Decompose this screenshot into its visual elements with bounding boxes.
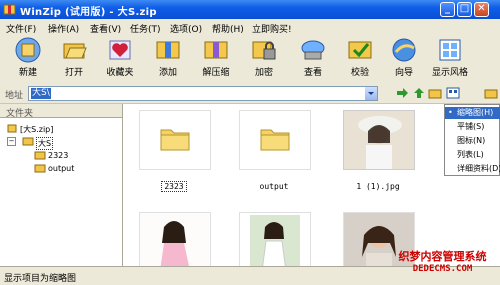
window-title: WinZip (试用版) - 大S.zip [20, 7, 157, 18]
folder-icon [34, 151, 46, 160]
tree-item-output[interactable]: output [48, 164, 74, 173]
tree-collapse-toggle[interactable]: − [7, 137, 16, 146]
folder-icon [22, 137, 34, 146]
view-style-icon [439, 39, 461, 61]
address-label: 地址 [5, 91, 24, 101]
thumbnail-photo-2[interactable] [139, 212, 211, 266]
wizard-button[interactable]: 向导 [384, 36, 424, 82]
status-text: 显示项目为缩略图 [4, 274, 77, 284]
menu-options[interactable]: 选项(O) [170, 22, 202, 35]
thumbnail-label-output: output [259, 182, 289, 191]
menu-option-list[interactable]: 列表(L) [445, 149, 500, 161]
menu-option-icons[interactable]: 图标(N) [445, 135, 500, 147]
folders-pane-title: 文件夹 [6, 109, 34, 119]
favorites-button[interactable]: 收藏夹 [100, 36, 140, 82]
folder-icon [260, 129, 290, 151]
thumbnail-photo-1[interactable] [343, 110, 415, 170]
new-button[interactable]: 新建 [8, 36, 48, 82]
menu-actions[interactable]: 操作(A) [48, 22, 79, 35]
title-bar[interactable]: WinZip (试用版) - 大S.zip _ □ ✕ [0, 0, 500, 19]
view-style-menu: • 缩略图(H) 平铺(S) 图标(N) 列表(L) 详细资料(D) [444, 104, 500, 176]
tree-item-2323[interactable]: 2323 [48, 151, 68, 160]
check-icon [348, 41, 372, 59]
new-archive-icon [15, 37, 41, 63]
thumbnail-2323[interactable] [139, 110, 211, 170]
encrypt-button[interactable]: 加密 [244, 36, 284, 82]
view-button[interactable]: 查看 [293, 36, 333, 82]
menu-option-tiles[interactable]: 平铺(S) [445, 121, 500, 133]
menu-option-details[interactable]: 详细资料(D) [445, 163, 500, 175]
view-style-button[interactable]: 显示风格 [428, 36, 472, 82]
address-dropdown-button[interactable] [365, 87, 377, 100]
toolbar: 新建 打开 收藏夹 添加 解压缩 加密 查看 校验 向导 显示风格 [0, 35, 500, 84]
folder-icon [34, 164, 46, 173]
encrypt-icon [252, 41, 276, 60]
open-archive-icon [63, 43, 87, 59]
open-button[interactable]: 打开 [54, 36, 94, 82]
address-input[interactable]: 大S\ [28, 86, 378, 101]
tree-item-root-folder[interactable]: 大S [36, 137, 54, 150]
view-mode-icon[interactable] [446, 86, 460, 100]
address-bar: 地址 大S\ [0, 83, 500, 104]
close-button[interactable]: ✕ [474, 2, 489, 17]
menu-bar: 文件(F) 操作(A) 查看(V) 任务(T) 选项(O) 帮助(H) 立即购买… [0, 19, 500, 36]
add-button[interactable]: 添加 [148, 36, 188, 82]
menu-file[interactable]: 文件(F) [6, 22, 36, 35]
photo-image [344, 111, 414, 169]
thumbnail-label-2323: 2323 [134, 181, 214, 192]
watermark: 织梦内容管理系统 DEDECMS.COM [385, 248, 500, 282]
extract-button[interactable]: 解压缩 [196, 36, 236, 82]
folder-icon[interactable] [428, 86, 442, 100]
extract-icon [204, 41, 228, 59]
menu-buy-now[interactable]: 立即购买! [252, 22, 292, 35]
add-icon [156, 41, 180, 59]
go-arrow-icon[interactable] [395, 86, 409, 100]
menu-option-thumbnails[interactable]: • 缩略图(H) [445, 107, 500, 119]
winzip-icon [3, 4, 16, 15]
thumbnail-photo-3[interactable] [239, 212, 311, 266]
tree-item-archive[interactable]: [大S.zip] [20, 124, 53, 135]
address-value: 大S\ [31, 88, 51, 99]
folder-icon [160, 129, 190, 151]
up-folder-icon[interactable] [412, 86, 426, 100]
view-icon [301, 40, 325, 60]
photo-image [140, 213, 210, 266]
archive-icon [7, 124, 17, 133]
folder-icon[interactable] [484, 86, 498, 100]
menu-help[interactable]: 帮助(H) [212, 22, 244, 35]
menu-view[interactable]: 查看(V) [90, 22, 121, 35]
wizard-icon [392, 38, 416, 62]
watermark-line2: DEDECMS.COM [412, 264, 473, 274]
check-button[interactable]: 校验 [340, 36, 380, 82]
folders-pane-header: 文件夹 [0, 104, 122, 119]
thumbnail-label-photo-1: 1 (1).jpg [356, 182, 400, 191]
thumbnail-output[interactable] [239, 110, 311, 170]
photo-image [240, 213, 310, 266]
menu-tasks[interactable]: 任务(T) [130, 22, 161, 35]
maximize-button[interactable]: □ [457, 2, 472, 17]
favorites-icon [109, 40, 131, 60]
selected-bullet-icon: • [448, 108, 453, 117]
folders-pane: 文件夹 [大S.zip] − 大S 2323 output [0, 104, 123, 266]
minimize-button[interactable]: _ [440, 2, 455, 17]
watermark-line1: 织梦内容管理系统 [398, 250, 487, 263]
chevron-down-icon [368, 92, 374, 95]
